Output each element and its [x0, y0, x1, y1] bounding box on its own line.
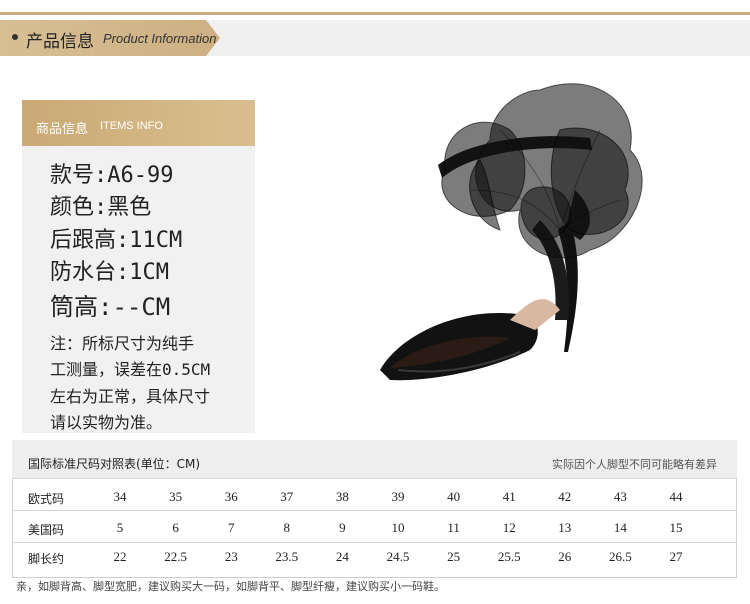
bullet-icon	[12, 34, 18, 40]
sizing-advice: 亲，如脚背高、脚型宽肥，建议购买大一码，如脚背平、脚型纤瘦，建议购买小一码鞋。	[16, 580, 445, 593]
table-cell: 23.5	[275, 549, 299, 564]
row-divider	[12, 510, 737, 511]
table-cell: 42	[558, 489, 572, 504]
table-cell: 8	[283, 520, 291, 535]
table-cell: 10	[391, 520, 405, 535]
spec-color: 颜色:黑色	[50, 195, 152, 220]
table-cell: 26.5	[609, 549, 632, 564]
note-line: 注：所标尺寸为纯手	[50, 334, 195, 353]
spec-heel-height: 后跟高:11CM	[50, 228, 183, 253]
table-cell: 38	[335, 489, 349, 504]
top-divider	[0, 12, 750, 15]
table-cell: 24	[335, 549, 349, 564]
row-divider	[12, 542, 737, 543]
table-cell: 11	[447, 520, 460, 535]
table-cell: 39	[391, 489, 405, 504]
row-label-eu: 欧式码	[28, 492, 65, 506]
table-cell: 40	[447, 489, 461, 504]
table-cell: 35	[169, 489, 183, 504]
table-cell: 6	[172, 520, 179, 535]
table-cell: 15	[669, 520, 683, 535]
spec-platform: 防水台:1CM	[50, 260, 169, 285]
product-image	[380, 83, 643, 381]
table-cell: 26	[558, 549, 572, 564]
note-line: 请以实物为准。	[50, 413, 163, 432]
spec-shaft-height: 筒高:--CM	[50, 293, 171, 321]
note-line: 工测量，误差在0.5CM	[50, 360, 211, 379]
info-tab-label: 商品信息	[36, 122, 89, 137]
table-cell: 25.5	[497, 549, 521, 564]
note-line: 左右为正常，具体尺寸	[50, 387, 211, 406]
table-cell: 7	[227, 520, 235, 535]
table-cell: 23	[224, 549, 238, 564]
info-tab-label-en: ITEMS INFO	[100, 120, 163, 132]
row-label-us: 美国码	[28, 523, 65, 537]
row-label-foot-length: 脚长约	[28, 552, 65, 566]
table-cell: 14	[613, 520, 627, 535]
size-table-note: 实际因个人脚型不同可能略有差异	[552, 458, 717, 471]
table-cell: 12	[502, 520, 516, 535]
spec-style-number: 款号:A6-99	[50, 163, 174, 188]
table-cell: 27	[669, 549, 683, 564]
size-table-title: 国际标准尺码对照表(单位：CM)	[28, 457, 201, 471]
table-cell: 22.5	[164, 549, 187, 564]
section-title-en: Product Information	[103, 31, 217, 46]
table-cell: 9	[339, 520, 346, 535]
section-title: 产品信息	[26, 32, 94, 52]
table-cell: 44	[669, 489, 683, 504]
table-cell: 36	[224, 489, 238, 504]
table-cell: 37	[280, 489, 294, 504]
table-cell: 34	[113, 489, 127, 504]
table-cell: 22	[113, 549, 127, 564]
table-cell: 25	[447, 549, 461, 564]
table-cell: 24.5	[386, 549, 410, 564]
table-cell: 43	[613, 489, 627, 504]
table-cell: 13	[558, 520, 572, 535]
table-cell: 41	[502, 489, 516, 504]
table-cell: 5	[116, 520, 124, 535]
